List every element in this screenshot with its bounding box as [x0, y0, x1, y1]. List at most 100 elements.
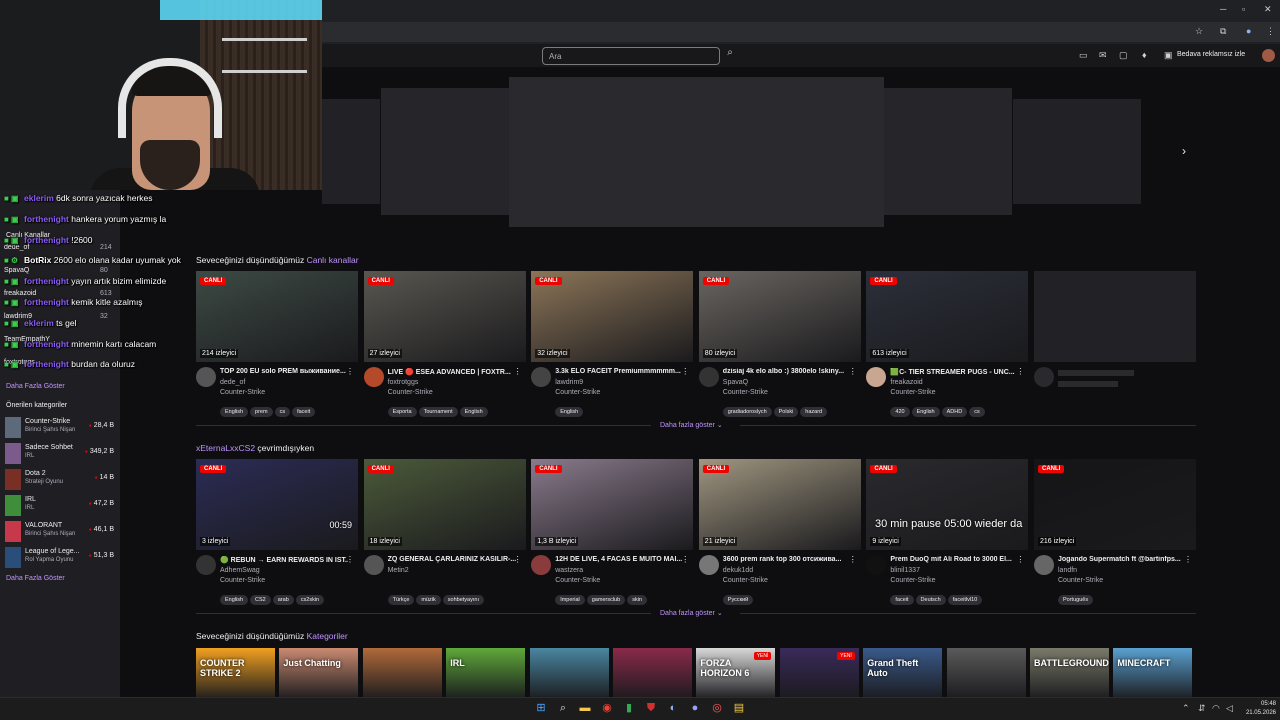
carousel-slide[interactable]: [322, 99, 380, 204]
stream-tag[interactable]: cs: [969, 407, 985, 417]
channel-name[interactable]: SpavaQ: [723, 379, 748, 386]
address-bar[interactable]: [322, 22, 1280, 42]
stream-title[interactable]: 🟩C- TIER STREAMER PUGS - UNC...: [890, 368, 1018, 376]
ad-free-icon[interactable]: ▣: [1164, 50, 1173, 61]
game-name[interactable]: Counter-Strike: [723, 577, 768, 584]
channel-name[interactable]: foxtrotggs: [388, 379, 419, 386]
stream-tag[interactable]: arab: [272, 595, 294, 605]
extensions-icon[interactable]: ⧉: [1220, 26, 1226, 37]
stream-title[interactable]: LIVE 🔴 ESEA ADVANCED | FOXTR...: [388, 368, 516, 376]
stream-title[interactable]: 3600 prem rank top 300 отсижива...: [723, 556, 851, 563]
channel-name[interactable]: AdhemSwag: [220, 567, 260, 574]
stream-card[interactable]: CANLI 216 izleyici Jogando Supermatch ft @…: [1034, 459, 1196, 609]
chat-username[interactable]: forthenight: [24, 297, 69, 307]
profile-icon[interactable]: ●: [1246, 26, 1251, 36]
category-card[interactable]: COUNTER STRIKE 2: [196, 648, 275, 700]
category-card[interactable]: [613, 648, 692, 700]
more-options-icon[interactable]: ⋮: [849, 555, 857, 564]
ad-free-link[interactable]: Bedava reklamsız izle: [1177, 51, 1245, 58]
app-icon[interactable]: ⛊: [644, 701, 658, 715]
windows-start-icon[interactable]: ⊞: [534, 701, 548, 715]
sidebar-show-more-categories[interactable]: Daha Fazla Göster: [6, 575, 65, 582]
inbox-icon[interactable]: ▭: [1079, 50, 1088, 61]
stream-tag[interactable]: faceitlvl10: [947, 595, 983, 605]
chat-username[interactable]: eklerim: [24, 193, 54, 203]
tray-chevron-icon[interactable]: ⌃: [1182, 703, 1190, 714]
stream-title[interactable]: ZQ GENERAL ÇARLARINIZ KASILIR-...: [388, 556, 516, 563]
file-explorer-icon[interactable]: ▬: [578, 701, 592, 715]
channel-avatar[interactable]: [866, 555, 887, 575]
stream-thumbnail[interactable]: CANLI 214 izleyici: [196, 271, 358, 362]
game-name[interactable]: Counter-Strike: [388, 389, 433, 396]
category-card[interactable]: BATTLEGROUNDS: [1030, 648, 1109, 700]
more-options-icon[interactable]: ⋮: [1016, 367, 1024, 376]
search-icon[interactable]: ⌕: [722, 47, 738, 65]
stream-tag[interactable]: Deutsch: [915, 595, 946, 605]
stream-tag[interactable]: English: [911, 407, 940, 417]
stream-thumbnail[interactable]: CANLI 32 izleyici: [531, 271, 694, 362]
stream-thumbnail[interactable]: CANLI 3 izleyici 00:59: [196, 459, 358, 550]
stream-tag[interactable]: gradiadoroslych: [722, 407, 772, 417]
channel-avatar[interactable]: [531, 367, 552, 387]
stream-tag[interactable]: Português: [1058, 595, 1094, 605]
stream-tag[interactable]: müzik: [416, 595, 441, 605]
stream-tag[interactable]: English: [459, 407, 488, 417]
stream-tag[interactable]: cs: [274, 407, 291, 417]
more-options-icon[interactable]: ⋮: [514, 555, 522, 564]
steam-icon[interactable]: ◐: [666, 701, 680, 715]
more-options-icon[interactable]: ⋮: [1016, 555, 1024, 564]
game-name[interactable]: Counter-Strike: [890, 577, 935, 584]
sidebar-category-item[interactable]: Dota 2 Strateji Oyunu 14 B: [5, 469, 117, 491]
stream-thumbnail[interactable]: CANLI 216 izleyici: [1034, 459, 1196, 550]
game-name[interactable]: Counter-Strike: [1058, 577, 1103, 584]
browser-menu-icon[interactable]: ⋮: [1266, 26, 1275, 37]
search-input[interactable]: Ara: [542, 47, 720, 65]
more-options-icon[interactable]: ⋮: [346, 555, 354, 564]
stream-tag[interactable]: hazard: [800, 407, 828, 417]
category-card[interactable]: IRL: [446, 648, 526, 700]
channel-avatar[interactable]: [363, 555, 384, 575]
stream-title[interactable]: 3.3k ELO FACEIT Premiummmmmm...: [555, 368, 683, 375]
stream-tag[interactable]: CS2: [250, 595, 271, 605]
maximize-icon[interactable]: ▫: [1242, 4, 1245, 14]
stream-title[interactable]: 12H DE LIVE, 4 FACAS E MUITO MAI...: [555, 556, 683, 563]
chat-username[interactable]: forthenight: [24, 214, 69, 224]
carousel-slide[interactable]: [884, 88, 1012, 215]
carousel-next-icon[interactable]: ›: [1182, 144, 1186, 158]
sidebar-category-item[interactable]: Counter-Strike Birinci Şahıs Nişan 28,4 B: [5, 417, 117, 439]
stream-card[interactable]: CANLI 3 izleyici 00:59 🟢 REBUN → EARN REWAR…: [196, 459, 358, 609]
stream-tag[interactable]: Русский: [722, 595, 754, 605]
channel-name[interactable]: wastzera: [555, 567, 583, 574]
channel-name[interactable]: freakazoid: [890, 379, 922, 386]
wifi-icon[interactable]: ◠: [1212, 703, 1220, 714]
chat-username[interactable]: eklerim: [24, 318, 54, 328]
channel-name[interactable]: dekuk1dd: [723, 567, 753, 574]
stream-card[interactable]: CANLI 9 izleyici 30 min pause 05:00 wieder…: [866, 459, 1029, 609]
stream-card[interactable]: CANLI 80 izleyici dzisiaj 4k elo albo :) 3…: [698, 271, 861, 421]
chat-username[interactable]: forthenight: [24, 339, 69, 349]
stream-tag[interactable]: English: [220, 407, 249, 417]
stream-title[interactable]: Prem DuoQ mit Ali Road to 3000 El...: [890, 556, 1018, 563]
sidebar-category-item[interactable]: IRL IRL 47,2 B: [5, 495, 117, 517]
stream-tag[interactable]: faceit: [890, 595, 914, 605]
channel-name[interactable]: dede_of: [220, 379, 245, 386]
bookmark-star-icon[interactable]: ☆: [1195, 26, 1203, 37]
category-card[interactable]: Grand Theft Auto: [863, 648, 943, 700]
stream-tag[interactable]: 420: [890, 407, 910, 417]
category-card[interactable]: [946, 648, 1026, 700]
chrome-icon[interactable]: ◉: [600, 701, 614, 715]
stream-thumbnail[interactable]: CANLI 613 izleyici: [866, 271, 1029, 362]
stream-tag[interactable]: faceit: [292, 407, 316, 417]
carousel-slide[interactable]: [381, 88, 509, 215]
stream-thumbnail[interactable]: CANLI 21 izleyici: [698, 459, 861, 550]
more-options-icon[interactable]: ⋮: [1184, 555, 1192, 564]
channel-name[interactable]: landfn: [1058, 567, 1077, 574]
user-avatar[interactable]: [1262, 49, 1275, 62]
stream-tag[interactable]: Türkçe: [387, 595, 415, 605]
stream-thumbnail[interactable]: CANLI 18 izleyici: [363, 459, 526, 550]
stream-tag[interactable]: Esporta: [387, 407, 417, 417]
stream-card[interactable]: CANLI 27 izleyici LIVE 🔴 ESEA ADVANCED | F…: [363, 271, 526, 421]
game-name[interactable]: Counter-Strike: [890, 389, 935, 396]
chat-username[interactable]: forthenight: [24, 276, 69, 286]
minimize-icon[interactable]: ─: [1220, 4, 1226, 14]
